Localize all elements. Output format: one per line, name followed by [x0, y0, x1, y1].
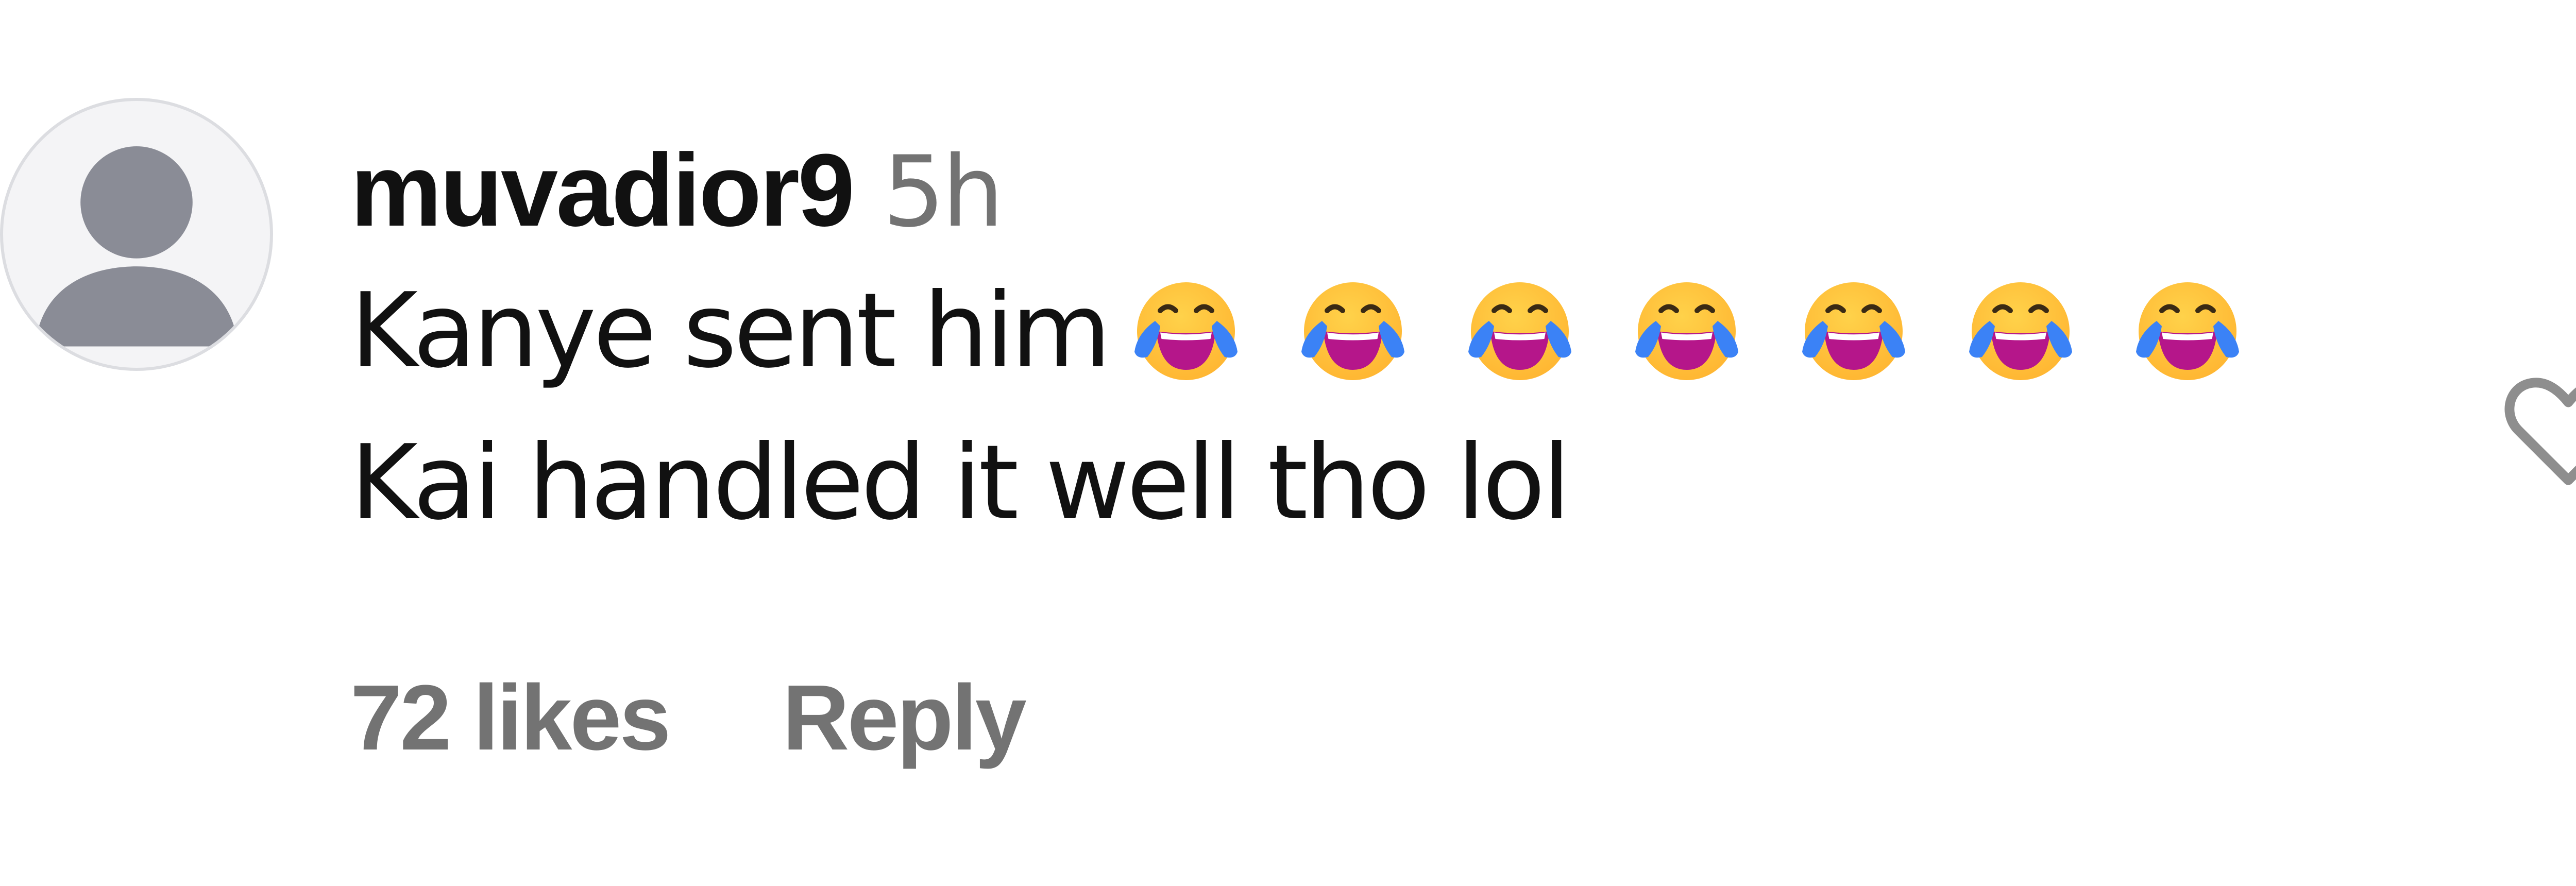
avatar[interactable] — [0, 98, 273, 371]
face-with-tears-of-joy-icon — [1455, 267, 1584, 396]
username-link[interactable]: muvadior9 — [350, 131, 855, 250]
likes-count-link[interactable]: 72 likes — [350, 664, 671, 771]
face-with-tears-of-joy-icon — [1956, 267, 2085, 396]
comment-header: muvadior9 5h — [350, 131, 2411, 255]
comment-text: Kai handled it well tho lol — [350, 423, 1571, 543]
face-with-tears-of-joy-icon — [1289, 267, 1417, 396]
comment-text-line-1: Kanye sent him — [350, 255, 2411, 407]
like-button[interactable] — [2499, 361, 2576, 500]
default-user-avatar-icon — [35, 146, 238, 347]
face-with-tears-of-joy-icon — [1622, 267, 1751, 396]
comment-item: muvadior9 5h Kanye sent him Kai handled … — [0, 0, 2576, 886]
emoji-row — [1122, 267, 2290, 396]
comment-body: muvadior9 5h Kanye sent him Kai handled … — [350, 131, 2411, 559]
comment-timestamp[interactable]: 5h — [883, 135, 1004, 249]
face-with-tears-of-joy-icon — [2123, 267, 2252, 396]
comment-actions: 72 likes Reply — [350, 664, 1027, 771]
face-with-tears-of-joy-icon — [1122, 267, 1250, 396]
heart-outline-icon — [2504, 378, 2576, 485]
face-with-tears-of-joy-icon — [1789, 267, 1918, 396]
reply-button[interactable]: Reply — [783, 664, 1027, 771]
comment-text: Kanye sent him — [350, 271, 1111, 391]
comment-text-line-2: Kai handled it well tho lol — [350, 407, 2411, 559]
